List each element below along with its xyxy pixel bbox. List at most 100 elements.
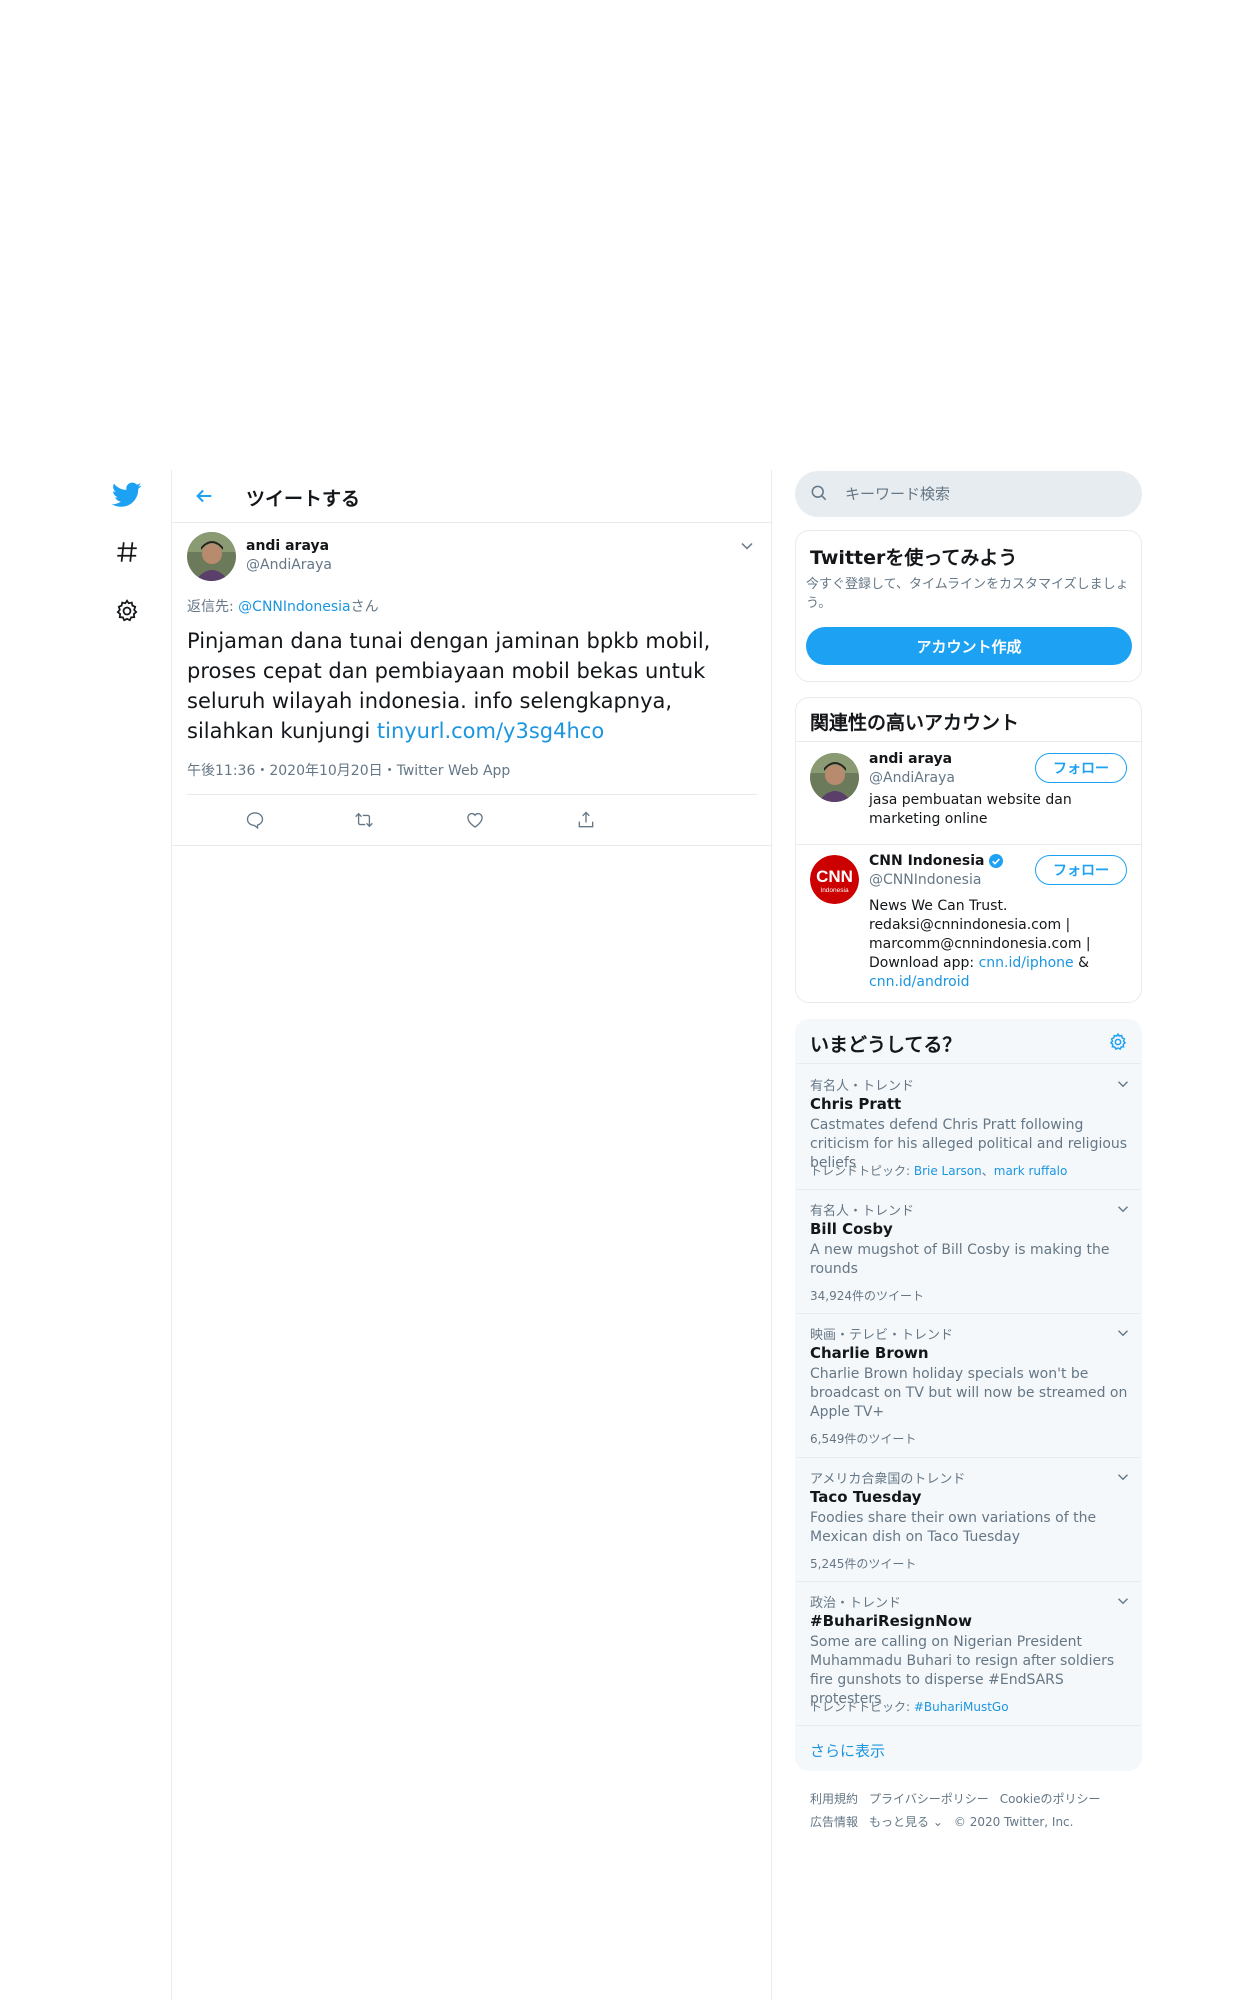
footer-row-2: 広告情報 もっと見る ⌄ © 2020 Twitter, Inc. — [810, 1813, 1140, 1830]
account-name-text: andi araya — [869, 751, 953, 767]
tweet-actions — [187, 794, 757, 846]
trend-topic-link[interactable]: Brie Larson — [914, 1164, 982, 1178]
footer-link-more[interactable]: もっと見る ⌄ — [869, 1815, 943, 1829]
reply-to: 返信先: @CNNIndonesiaさん — [187, 596, 379, 616]
trend-item[interactable]: 政治・トレンド #BuhariResignNow Some are callin… — [796, 1582, 1141, 1726]
footer-link-privacy[interactable]: プライバシーポリシー — [869, 1792, 989, 1806]
avatar[interactable] — [810, 753, 859, 802]
reply-button[interactable] — [242, 807, 268, 833]
footer-link-cookies[interactable]: Cookieのポリシー — [1000, 1792, 1101, 1806]
footer-link-ads[interactable]: 広告情報 — [810, 1815, 858, 1829]
trend-meta: 政治・トレンド — [810, 1596, 902, 1611]
account-name-text: CNN Indonesia — [869, 853, 985, 869]
bio-link-android[interactable]: cnn.id/android — [869, 974, 970, 990]
trend-name[interactable]: Charlie Brown — [810, 1344, 929, 1362]
trend-meta: 映画・テレビ・トレンド — [810, 1328, 954, 1343]
chevron-down-icon[interactable] — [1114, 1592, 1132, 1614]
related-account-name[interactable]: CNN Indonesia — [869, 853, 1004, 869]
reply-handle-link[interactable]: @CNNIndonesia — [238, 599, 350, 615]
search-input[interactable] — [845, 471, 1125, 517]
trend-name[interactable]: #BuhariResignNow — [810, 1612, 972, 1630]
trend-description: Foodies share their own variations of th… — [810, 1510, 1097, 1545]
trend-tweet-count: 5,245件のツイート — [810, 1557, 917, 1571]
trend-meta: 有名人・トレンド — [810, 1079, 915, 1094]
trend-item[interactable]: 有名人・トレンド Bill Cosby A new mugshot of Bil… — [796, 1190, 1141, 1314]
tweet-author-handle[interactable]: @AndiAraya — [246, 557, 332, 573]
trend-description: A new mugshot of Bill Cosby is making th… — [810, 1242, 1110, 1277]
related-account-bio: jasa pembuatan website dan marketing onl… — [869, 792, 1072, 827]
trend-item[interactable]: 有名人・トレンド Chris Pratt Castmates defend Ch… — [796, 1065, 1141, 1190]
trend-meta: 有名人・トレンド — [810, 1204, 915, 1219]
trend-name[interactable]: Taco Tuesday — [810, 1488, 921, 1506]
chevron-down-icon[interactable] — [1114, 1200, 1132, 1222]
search-bar[interactable] — [795, 471, 1142, 517]
trend-topics: トレンドトピック: #BuhariMustGo — [810, 1698, 1009, 1715]
trend-item[interactable]: 映画・テレビ・トレンド Charlie Brown Charlie Brown … — [796, 1314, 1141, 1458]
chevron-down-icon[interactable] — [737, 536, 757, 556]
trend-topic-link[interactable]: #BuhariMustGo — [914, 1700, 1009, 1714]
trend-meta: アメリカ合衆国のトレンド — [810, 1472, 966, 1487]
signup-description: 今すぐ登録して、タイムラインをカスタマイズしましょう。 — [806, 577, 1129, 611]
footer-row-1: 利用規約 プライバシーポリシー Cookieのポリシー — [810, 1790, 1140, 1807]
related-account-bio: News We Can Trust. redaksi@cnnindonesia.… — [869, 897, 1131, 992]
reply-suffix: さん — [350, 599, 379, 615]
twitter-logo-icon[interactable] — [110, 478, 144, 512]
trends-title: いまどうしてる？ — [810, 1034, 962, 1056]
trends-card: いまどうしてる？ 有名人・トレンド Chris Pratt Castmates … — [795, 1019, 1142, 1771]
footer-link-terms[interactable]: 利用規約 — [810, 1792, 858, 1806]
related-account-handle[interactable]: @AndiAraya — [869, 770, 955, 786]
main-column: ツイートする andi araya @AndiAraya 返信先: @CNNIn… — [171, 470, 772, 2000]
create-account-button[interactable]: アカウント作成 — [806, 627, 1132, 665]
related-account-item[interactable]: CNN Indonesia CNN Indonesia @CNNIndonesi… — [796, 845, 1141, 1002]
show-more-link[interactable]: さらに表示 — [810, 1740, 885, 1761]
signup-title: Twitterを使ってみよう — [810, 547, 1018, 569]
avatar[interactable] — [187, 532, 236, 581]
related-accounts-title: 関連性の高いアカウント — [810, 712, 1020, 734]
back-arrow-icon — [196, 489, 212, 503]
bio-amp: & — [1073, 955, 1090, 971]
trend-name[interactable]: Bill Cosby — [810, 1220, 893, 1238]
like-button[interactable] — [462, 807, 488, 833]
retweet-icon — [355, 812, 373, 828]
follow-button[interactable]: フォロー — [1035, 753, 1127, 783]
related-account-item[interactable]: andi araya @AndiAraya jasa pembuatan web… — [796, 743, 1141, 845]
bio-link-iphone[interactable]: cnn.id/iphone — [979, 955, 1074, 971]
back-button[interactable] — [190, 482, 218, 510]
trend-description: Charlie Brown holiday specials won't be … — [810, 1366, 1128, 1420]
related-accounts-card: 関連性の高いアカウント andi araya @AndiAraya jasa p… — [795, 697, 1142, 1003]
reply-prefix: 返信先: — [187, 599, 239, 615]
trend-topics-label: トレンドトピック: — [810, 1700, 914, 1714]
hashtag-icon[interactable] — [110, 535, 144, 569]
trend-tweet-count: 34,924件のツイート — [810, 1289, 924, 1303]
footer-copyright: © 2020 Twitter, Inc. — [953, 1815, 1074, 1829]
related-account-handle[interactable]: @CNNIndonesia — [869, 872, 981, 888]
chevron-down-icon[interactable] — [1114, 1324, 1132, 1346]
cnn-logo-avatar[interactable]: CNN Indonesia — [810, 855, 859, 904]
search-icon — [809, 483, 829, 507]
tweet-author-name[interactable]: andi araya — [246, 538, 329, 554]
chevron-down-icon[interactable] — [1114, 1468, 1132, 1490]
tweet-text: Pinjaman dana tunai dengan jaminan bpkb … — [187, 626, 727, 746]
svg-text:CNN: CNN — [816, 867, 853, 886]
verified-badge-icon — [989, 854, 1004, 868]
trend-topic-link[interactable]: mark ruffalo — [994, 1164, 1068, 1178]
tweet[interactable]: andi araya @AndiAraya 返信先: @CNNIndonesia… — [172, 524, 771, 846]
trends-header: いまどうしてる？ — [796, 1020, 1141, 1064]
gear-icon[interactable] — [110, 594, 144, 628]
tweet-link[interactable]: tinyurl.com/y3sg4hco — [377, 719, 604, 743]
trend-item[interactable]: アメリカ合衆国のトレンド Taco Tuesday Foodies share … — [796, 1458, 1141, 1582]
heart-icon — [467, 812, 483, 828]
trend-tweet-count: 6,549件のツイート — [810, 1432, 917, 1446]
page-title: ツイートする — [246, 488, 361, 510]
gear-icon[interactable] — [1108, 1032, 1128, 1056]
tweet-timestamp[interactable]: 午後11:36・2020年10月20日・Twitter Web App — [187, 760, 510, 780]
retweet-button[interactable] — [351, 807, 377, 833]
share-button[interactable] — [573, 807, 599, 833]
related-account-name[interactable]: andi araya — [869, 751, 952, 767]
svg-text:Indonesia: Indonesia — [820, 887, 849, 894]
signup-card: Twitterを使ってみよう 今すぐ登録して、タイムラインをカスタマイズしましょ… — [795, 530, 1142, 682]
trend-topics: トレンドトピック: Brie Larson、mark ruffalo — [810, 1162, 1067, 1179]
chevron-down-icon[interactable] — [1114, 1075, 1132, 1097]
follow-button[interactable]: フォロー — [1035, 855, 1127, 885]
trend-name[interactable]: Chris Pratt — [810, 1095, 901, 1113]
